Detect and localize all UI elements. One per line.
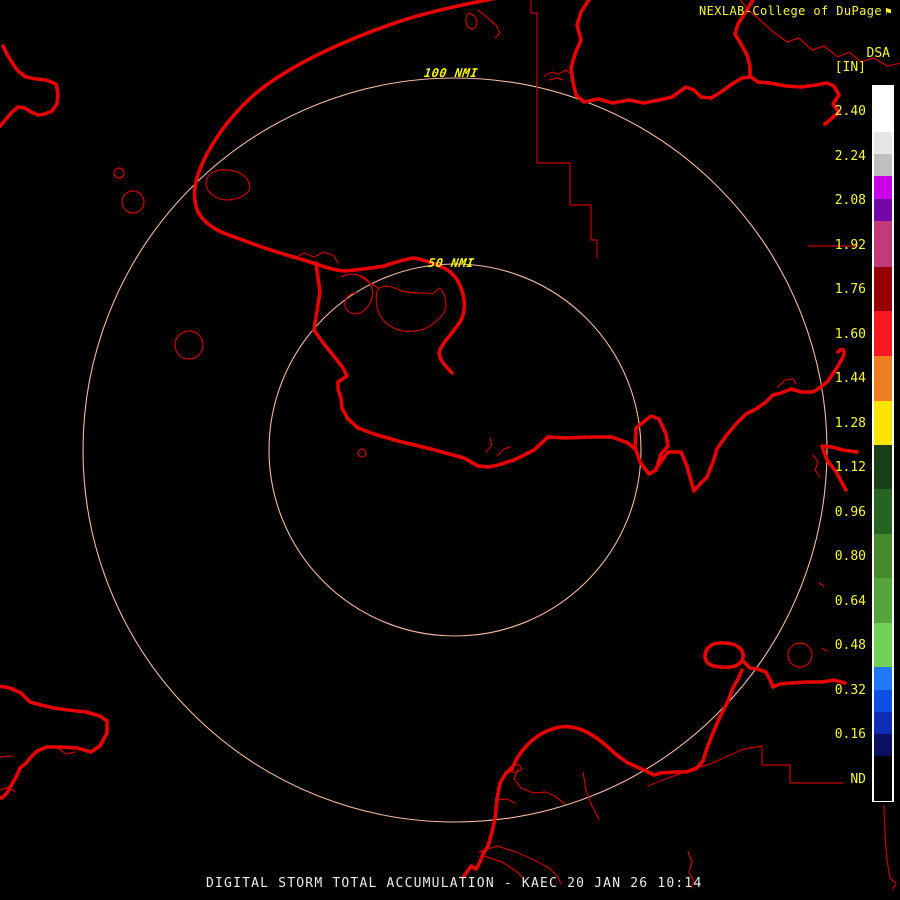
product-units-label: [IN]: [835, 60, 866, 75]
small-lake-1: [114, 168, 124, 178]
coastline-main-arc: [195, 0, 497, 373]
lagoon-hook: [341, 274, 373, 314]
boundary-below-colorbar: [884, 806, 896, 889]
colorbar-segment-6: [874, 267, 892, 311]
colorbar-segment-3: [874, 176, 892, 199]
radar-display: NEXLAB-College of DuPage⚑ DSA [IN] 100 N…: [0, 0, 900, 900]
colorbar-label-0.32: 0.32: [806, 683, 866, 698]
colorbar-label-1.60: 1.60: [806, 327, 866, 342]
islet-cluster: [544, 70, 571, 80]
radar-map: [0, 0, 900, 900]
bay-detail-1: [514, 769, 599, 819]
colorbar-segment-4: [874, 199, 892, 221]
range-ring-label-100nmi: 100 NMI: [423, 66, 479, 80]
colorbar-segment-17: [874, 712, 892, 734]
colorbar-label-1.44: 1.44: [806, 371, 866, 386]
brand-label: NEXLAB-College of DuPage: [699, 4, 882, 18]
colorbar-label-2.08: 2.08: [806, 193, 866, 208]
colorbar-segment-15: [874, 667, 892, 690]
colorbar-segment-5: [874, 221, 892, 267]
colorbar-label-1.92: 1.92: [806, 238, 866, 253]
colorbar-label-0.64: 0.64: [806, 594, 866, 609]
colorbar-label-1.12: 1.12: [806, 460, 866, 475]
colorbar-segment-14: [874, 623, 892, 667]
shoreline-top: [571, 0, 839, 124]
cod-flag-icon: ⚑: [885, 5, 892, 18]
colorbar-label-0.48: 0.48: [806, 638, 866, 653]
colorbar-segment-1: [874, 132, 892, 154]
colorbar-label-0.80: 0.80: [806, 549, 866, 564]
island-loop: [206, 170, 250, 200]
map-coastlines: [0, 0, 857, 876]
colorbar: [872, 85, 894, 802]
lagoon-blob: [358, 275, 446, 331]
colorbar-segment-18: [874, 734, 892, 756]
product-title: DIGITAL STORM TOTAL ACCUMULATION - KAEC …: [206, 876, 702, 891]
coastline-south: [314, 263, 636, 467]
colorbar-label-1.76: 1.76: [806, 282, 866, 297]
colorbar-segment-8: [874, 356, 892, 401]
brand-text: NEXLAB-College of DuPage⚑: [699, 4, 892, 18]
peninsula-left: [0, 686, 107, 798]
colorbar-segment-7: [874, 311, 892, 356]
colorbar-segment-0: [874, 87, 892, 132]
colorbar-label-2.40: 2.40: [806, 104, 866, 119]
colorbar-segment-19: [874, 756, 892, 801]
colorbar-segment-2: [874, 154, 892, 176]
colorbar-segment-13: [874, 578, 892, 623]
colorbar-segment-10: [874, 445, 892, 489]
product-code-label: DSA: [867, 46, 890, 61]
colorbar-label-0.96: 0.96: [806, 505, 866, 520]
colorbar-label-2.24: 2.24: [806, 149, 866, 164]
map-thin-boundaries: [0, 0, 900, 889]
coast-detail-top: [466, 10, 500, 38]
colorbar-segment-11: [874, 489, 892, 534]
small-lake-2: [122, 191, 144, 213]
colorbar-label-0.16: 0.16: [806, 727, 866, 742]
islet-dot: [358, 449, 366, 457]
coast-top-left: [0, 46, 58, 128]
range-ring-label-50nmi: 50 NMI: [427, 256, 475, 270]
boundary-steps-top: [531, 0, 597, 258]
colorbar-segment-12: [874, 534, 892, 578]
small-lake-3: [175, 331, 203, 359]
river-tail-bottom: [464, 819, 495, 876]
bay-dome: [495, 670, 742, 819]
range-ring-50nmi: [269, 264, 641, 636]
colorbar-label-ND: ND: [806, 772, 866, 787]
colorbar-label-1.28: 1.28: [806, 416, 866, 431]
inlet-detail: [486, 438, 510, 456]
colorbar-segment-16: [874, 690, 892, 712]
colorbar-segment-9: [874, 401, 892, 445]
lake-oval: [705, 643, 743, 667]
